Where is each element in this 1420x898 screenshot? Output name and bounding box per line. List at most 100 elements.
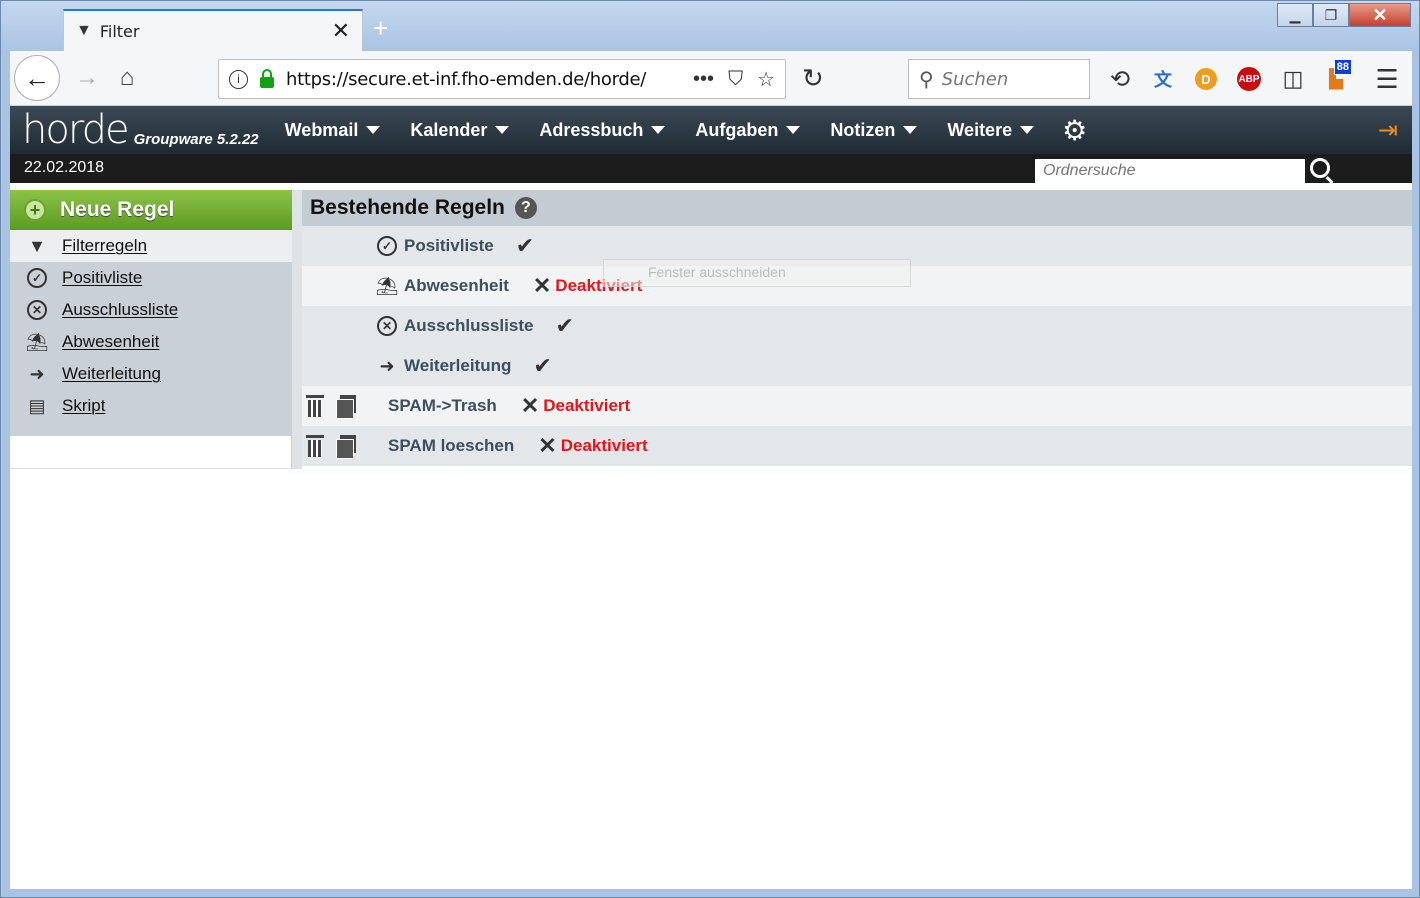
- sidebar-item-label: Filterregeln: [62, 236, 148, 255]
- rule-row: SPAM loeschen ✕ Deaktiviert: [302, 426, 1412, 466]
- plus-icon: +: [24, 199, 46, 221]
- x-circle-icon: ✕: [376, 315, 398, 337]
- bookmark-star-icon[interactable]: ☆: [757, 67, 775, 92]
- rule-name-link[interactable]: Abwesenheit: [404, 276, 509, 296]
- window-controls: ▁ ❐ ✕: [1277, 3, 1411, 27]
- menu-aufgaben[interactable]: Aufgaben: [695, 120, 801, 141]
- help-icon[interactable]: ?: [514, 197, 537, 219]
- maximize-button[interactable]: ❐: [1313, 3, 1349, 27]
- content-area: + Neue Regel ▼ Filterregeln ✓ Positivlis…: [10, 183, 1412, 889]
- sidebar: + Neue Regel ▼ Filterregeln ✓ Positivlis…: [10, 190, 292, 436]
- badge-count: 88: [1333, 59, 1352, 75]
- search-input[interactable]: [941, 68, 1072, 90]
- search-icon[interactable]: [1310, 158, 1330, 178]
- sidebar-divider[interactable]: [292, 190, 302, 469]
- copy-icon[interactable]: [336, 395, 356, 419]
- disabled-x-icon[interactable]: ✕: [521, 393, 539, 419]
- rule-name-link[interactable]: SPAM->Trash: [388, 396, 497, 416]
- chevron-down-icon: [786, 126, 801, 134]
- menu-weitere[interactable]: Weitere: [947, 120, 1035, 141]
- logout-icon[interactable]: ⇥: [1378, 116, 1398, 145]
- reload-button[interactable]: ↻: [802, 63, 824, 94]
- sidebar-item-positivliste[interactable]: ✓ Positivliste: [10, 262, 292, 294]
- rule-name-link[interactable]: Ausschlussliste: [404, 316, 533, 336]
- menu-label: Webmail: [284, 119, 359, 140]
- chevron-down-icon: [366, 126, 381, 134]
- info-icon[interactable]: i: [229, 69, 248, 89]
- deactivated-status-link[interactable]: Deaktiviert: [543, 396, 630, 416]
- new-rule-label: Neue Regel: [60, 198, 175, 221]
- sidebar-item-filterregeln[interactable]: ▼ Filterregeln: [10, 230, 292, 262]
- filter-icon: ▼: [76, 22, 92, 39]
- rule-name-link[interactable]: SPAM loeschen: [388, 436, 514, 456]
- sidebar-toggle-icon[interactable]: ◫: [1277, 63, 1309, 95]
- toolbar-extensions: ⟲ 文 D ABP ◫ ▙ 88 ☰: [1104, 59, 1414, 95]
- search-bar[interactable]: ⚲: [908, 59, 1090, 99]
- forward-button[interactable]: →: [74, 64, 100, 92]
- trash-icon[interactable]: [306, 395, 324, 417]
- menu-adressbuch[interactable]: Adressbuch: [539, 119, 666, 141]
- more-actions-icon[interactable]: •••: [693, 68, 714, 91]
- duckduckgo-icon[interactable]: D: [1195, 68, 1217, 90]
- browser-tab[interactable]: ▼ Filter ✕: [63, 9, 363, 51]
- new-tab-button[interactable]: +: [373, 13, 388, 44]
- gear-icon[interactable]: ⚙: [1062, 114, 1087, 147]
- title-bar: ▼ Filter ✕ + ▁ ❐ ✕: [1, 1, 1419, 51]
- sidebar-item-weiterleitung[interactable]: ➜ Weiterleitung: [10, 358, 292, 390]
- rule-actions: [306, 395, 388, 419]
- tab-close-button[interactable]: ✕: [332, 18, 350, 44]
- tooltip: Fenster ausschneiden: [603, 259, 911, 287]
- address-bar[interactable]: i https://secure.et-inf.fho-emden.de/hor…: [218, 59, 786, 99]
- minimize-button[interactable]: ▁: [1277, 3, 1313, 27]
- rules-header: Bestehende Regeln ?: [302, 190, 1412, 226]
- check-circle-icon: ✓: [26, 267, 48, 289]
- copy-icon[interactable]: [336, 435, 356, 459]
- menu-kalender[interactable]: Kalender: [410, 120, 510, 141]
- page-title: Bestehende Regeln: [310, 196, 505, 219]
- rule-row: ✕ Ausschlussliste ✔: [302, 306, 1412, 346]
- rule-name-link[interactable]: Weiterleitung: [404, 356, 511, 376]
- chevron-down-icon: [903, 126, 918, 134]
- rule-row: ➜ Weiterleitung ✔: [302, 346, 1412, 386]
- close-window-button[interactable]: ✕: [1349, 3, 1411, 27]
- horde-header: horde Groupware 5.2.22 Webmail Kalender …: [10, 106, 1412, 154]
- rule-name-link[interactable]: Positivliste: [404, 236, 494, 256]
- menu-notizen[interactable]: Notizen: [830, 120, 918, 141]
- version-label: Groupware 5.2.22: [133, 130, 259, 148]
- translate-icon[interactable]: 文: [1147, 63, 1179, 95]
- menu-label: Adressbuch: [539, 119, 644, 140]
- new-rule-button[interactable]: + Neue Regel: [10, 190, 292, 230]
- back-button[interactable]: ←: [14, 55, 60, 101]
- trash-icon[interactable]: [306, 435, 324, 457]
- horde-logo[interactable]: horde: [22, 107, 130, 153]
- chevron-down-icon: [495, 126, 510, 134]
- folder-search-input[interactable]: [1035, 159, 1305, 183]
- sidebar-item-skript[interactable]: ▤ Skript: [10, 390, 292, 422]
- history-icon[interactable]: ⟲: [1104, 63, 1136, 95]
- main-menu: Webmail Kalender Adressbuch Aufgaben Not…: [285, 114, 1088, 147]
- adblock-icon[interactable]: ABP: [1237, 67, 1261, 91]
- home-button[interactable]: ⌂: [114, 64, 140, 92]
- check-circle-icon: ✓: [376, 235, 398, 257]
- chevron-down-icon: [1020, 126, 1035, 134]
- disabled-x-icon[interactable]: ✕: [533, 273, 551, 299]
- enabled-check-icon[interactable]: ✔: [516, 233, 534, 259]
- rules-panel: Bestehende Regeln ? ✓ Positivliste ✔ ⛱ A…: [302, 190, 1412, 469]
- browser-window: ▼ Filter ✕ + ▁ ❐ ✕ ← → ⌂ i https://secur…: [0, 0, 1420, 898]
- sidebar-item-label: Weiterleitung: [62, 364, 161, 383]
- menu-webmail[interactable]: Webmail: [285, 120, 381, 141]
- url-text[interactable]: https://secure.et-inf.fho-emden.de/horde…: [286, 69, 679, 90]
- search-icon: ⚲: [919, 68, 934, 91]
- extension-badge-icon[interactable]: ▙ 88: [1320, 59, 1352, 95]
- disabled-x-icon[interactable]: ✕: [538, 433, 556, 459]
- pocket-icon[interactable]: ⛉: [728, 68, 743, 91]
- deactivated-status-link[interactable]: Deaktiviert: [561, 436, 648, 456]
- sidebar-item-ausschlussliste[interactable]: ✕ Ausschlussliste: [10, 294, 292, 326]
- sidebar-item-label: Ausschlussliste: [62, 300, 179, 319]
- hamburger-menu-icon[interactable]: ☰: [1371, 63, 1403, 95]
- navigation-toolbar: ← → ⌂ i https://secure.et-inf.fho-emden.…: [10, 51, 1412, 106]
- enabled-check-icon[interactable]: ✔: [555, 313, 573, 339]
- sidebar-item-abwesenheit[interactable]: ⛱ Abwesenheit: [10, 326, 292, 358]
- date-bar: 22.02.2018: [10, 154, 1412, 183]
- enabled-check-icon[interactable]: ✔: [533, 353, 551, 379]
